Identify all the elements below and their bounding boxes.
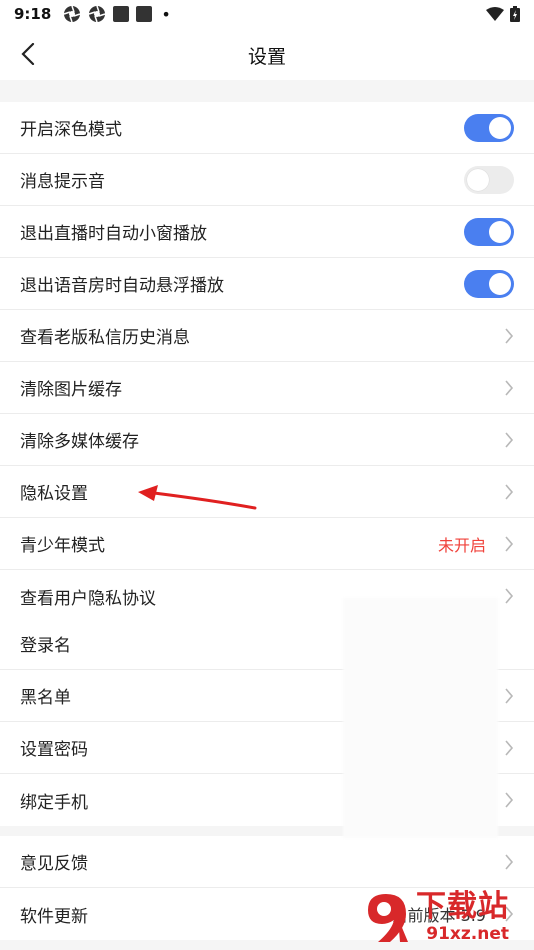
settings-group-general: 开启深色模式 消息提示音退出直播时自动小窗播放 退出语音房时自动悬浮播放 查看老版私信… (0, 102, 534, 622)
battery-icon (510, 6, 520, 22)
settings-row-value: 未开启 (437, 535, 486, 555)
chevron-right-icon (505, 431, 514, 448)
redacted-area (343, 598, 498, 838)
watermark-url: 91xz.net (426, 924, 509, 944)
watermark: 下载站 91xz.net (360, 886, 530, 948)
app-notification-icon (136, 6, 153, 22)
chevron-right-icon (505, 687, 514, 704)
status-time: 9:18 (14, 5, 52, 23)
settings-row[interactable]: 开启深色模式 (0, 102, 534, 154)
wifi-icon (486, 7, 504, 21)
chevron-right-icon (505, 327, 514, 344)
settings-row[interactable]: 青少年模式 未开启 (0, 518, 534, 570)
settings-row-label: 青少年模式 (20, 536, 105, 556)
toggle-knob (489, 116, 511, 139)
settings-row-label: 开启深色模式 (20, 120, 122, 140)
settings-row-label: 退出直播时自动小窗播放 (20, 224, 207, 244)
settings-row-label: 隐私设置 (20, 484, 88, 504)
aperture-icon (89, 5, 106, 23)
status-bar: 9:18 • (0, 0, 534, 28)
settings-row-label: 清除图片缓存 (20, 380, 122, 400)
chevron-right-icon (505, 535, 514, 552)
settings-row[interactable]: 隐私设置 (0, 466, 534, 518)
settings-row-label: 软件更新 (20, 906, 88, 927)
watermark-title: 下载站 (416, 889, 509, 924)
settings-row-label: 清除多媒体缓存 (20, 432, 139, 452)
toggle-switch[interactable] (464, 217, 514, 246)
settings-row[interactable]: 消息提示音 (0, 154, 534, 206)
settings-row[interactable]: 清除图片缓存 (0, 362, 534, 414)
toggle-knob (489, 272, 511, 295)
settings-row-label: 意见反馈 (20, 854, 88, 874)
page-title: 设置 (247, 46, 286, 68)
watermark-logo-icon (368, 894, 408, 942)
chevron-right-icon (505, 379, 514, 396)
chevron-right-icon (505, 483, 514, 500)
toggle-switch[interactable] (464, 165, 514, 194)
settings-row[interactable]: 清除多媒体缓存 (0, 414, 534, 466)
toggle-switch[interactable] (464, 113, 514, 142)
nav-bar: 设置 (0, 28, 534, 80)
settings-row[interactable]: 退出直播时自动小窗播放 (0, 206, 534, 258)
toggle-knob (489, 220, 511, 243)
toggle-switch[interactable] (464, 269, 514, 298)
chevron-right-icon (505, 588, 514, 604)
more-notifications-dot: • (161, 4, 171, 24)
status-notification-icons: • (63, 4, 171, 24)
settings-row-label: 查看老版私信历史消息 (20, 328, 190, 348)
settings-row[interactable]: 意见反馈 (0, 836, 534, 888)
settings-row[interactable]: 查看老版私信历史消息 (0, 310, 534, 362)
app-notification-icon (113, 6, 130, 22)
annotation-arrow-icon (138, 485, 257, 510)
chevron-right-icon (505, 739, 514, 756)
toggle-knob (467, 168, 489, 191)
chevron-right-icon (505, 792, 514, 808)
settings-row-label: 退出语音房时自动悬浮播放 (20, 276, 224, 296)
settings-row[interactable]: 退出语音房时自动悬浮播放 (0, 258, 534, 310)
settings-row-label: 消息提示音 (20, 172, 105, 192)
chevron-right-icon (505, 853, 514, 870)
aperture-icon (64, 5, 81, 23)
